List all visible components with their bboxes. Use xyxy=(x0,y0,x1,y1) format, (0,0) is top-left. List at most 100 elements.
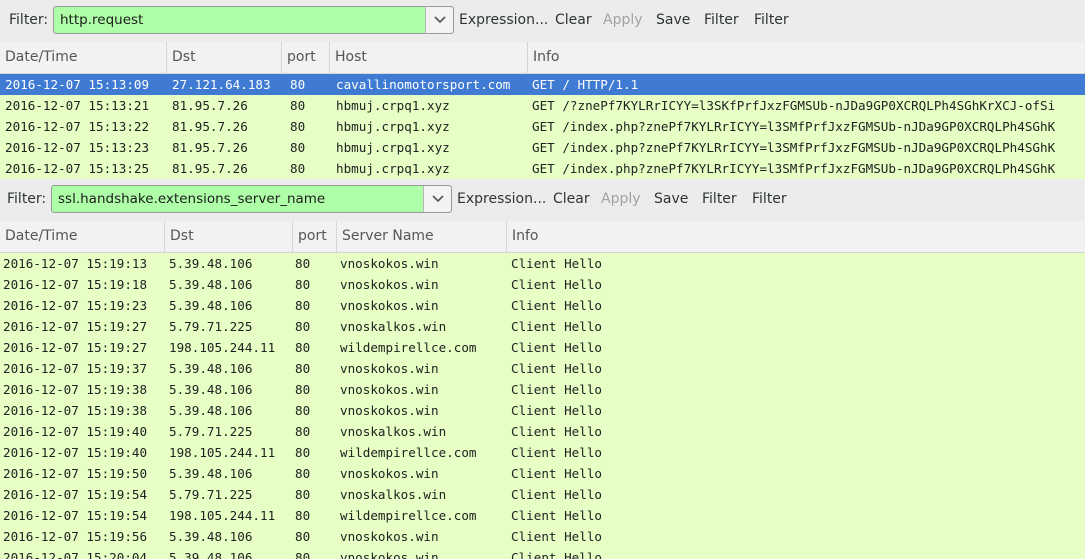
table-row[interactable]: 2016-12-07 15:13:22 81.95.7.26 80 hbmuj.… xyxy=(0,116,1085,137)
column-header-dst[interactable]: Dst xyxy=(165,221,293,252)
cell-datetime: 2016-12-07 15:13:22 xyxy=(5,119,150,134)
cell-port: 80 xyxy=(290,98,306,113)
column-header-port[interactable]: port xyxy=(282,42,330,73)
table-row[interactable]: 2016-12-07 15:19:18 5.39.48.106 80 vnosk… xyxy=(0,274,1085,295)
table-row[interactable]: 2016-12-07 15:19:54 5.79.71.225 80 vnosk… xyxy=(0,484,1085,505)
table-row[interactable]: 2016-12-07 15:19:40 5.79.71.225 80 vnosk… xyxy=(0,421,1085,442)
table-row[interactable]: 2016-12-07 15:19:13 5.39.48.106 80 vnosk… xyxy=(0,253,1085,274)
cell-info: Client Hello xyxy=(511,466,602,481)
filter-button-1[interactable]: Filter xyxy=(702,191,737,207)
filter-input[interactable]: http.request xyxy=(53,6,454,34)
cell-dst: 5.39.48.106 xyxy=(169,403,253,418)
column-header-datetime[interactable]: Date/Time xyxy=(0,221,165,252)
cell-datetime: 2016-12-07 15:19:18 xyxy=(3,277,148,292)
cell-datetime: 2016-12-07 15:19:54 xyxy=(3,487,148,502)
top-packet-list: 2016-12-07 15:13:09 27.121.64.183 80 cav… xyxy=(0,74,1085,179)
cell-port: 80 xyxy=(295,298,311,313)
cell-datetime: 2016-12-07 15:19:38 xyxy=(3,382,148,397)
filter-button-2[interactable]: Filter xyxy=(754,12,789,28)
column-header-server-name[interactable]: Server Name xyxy=(337,221,507,252)
cell-info: Client Hello xyxy=(511,361,602,376)
cell-host: hbmuj.crpq1.xyz xyxy=(336,161,450,176)
cell-dst: 5.39.48.106 xyxy=(169,382,253,397)
column-header-port[interactable]: port xyxy=(293,221,337,252)
cell-port: 80 xyxy=(295,529,311,544)
cell-server-name: vnoskokos.win xyxy=(340,403,439,418)
column-header-host[interactable]: Host xyxy=(330,42,528,73)
table-row[interactable]: 2016-12-07 15:19:40 198.105.244.11 80 wi… xyxy=(0,442,1085,463)
cell-info: Client Hello xyxy=(511,550,602,559)
save-button[interactable]: Save xyxy=(654,191,688,207)
table-row[interactable]: 2016-12-07 15:19:37 5.39.48.106 80 vnosk… xyxy=(0,358,1085,379)
cell-server-name: wildempirellce.com xyxy=(340,445,477,460)
filter-button-2[interactable]: Filter xyxy=(752,191,787,207)
bottom-packet-list-header: Date/Time Dst port Server Name Info xyxy=(0,221,1085,253)
apply-button[interactable]: Apply xyxy=(601,191,641,207)
top-filter-toolbar: Filter: http.request Expression... Clear… xyxy=(0,0,1085,42)
cell-port: 80 xyxy=(295,340,311,355)
expression-button[interactable]: Expression... xyxy=(459,12,548,28)
cell-port: 80 xyxy=(295,445,311,460)
bottom-filter-toolbar: Filter: ssl.handshake.extensions_server_… xyxy=(0,179,1085,221)
cell-port: 80 xyxy=(295,277,311,292)
cell-datetime: 2016-12-07 15:19:27 xyxy=(3,340,148,355)
table-row[interactable]: 2016-12-07 15:19:56 5.39.48.106 80 vnosk… xyxy=(0,526,1085,547)
cell-dst: 81.95.7.26 xyxy=(172,140,248,155)
cell-info: Client Hello xyxy=(511,382,602,397)
cell-port: 80 xyxy=(295,361,311,376)
cell-server-name: wildempirellce.com xyxy=(340,508,477,523)
filter-button-1[interactable]: Filter xyxy=(704,12,739,28)
table-row[interactable]: 2016-12-07 15:13:25 81.95.7.26 80 hbmuj.… xyxy=(0,158,1085,179)
cell-datetime: 2016-12-07 15:19:40 xyxy=(3,445,148,460)
cell-dst: 5.39.48.106 xyxy=(169,277,253,292)
filter-input-value: ssl.handshake.extensions_server_name xyxy=(58,191,326,207)
apply-button[interactable]: Apply xyxy=(603,12,643,28)
expression-button[interactable]: Expression... xyxy=(457,191,546,207)
cell-datetime: 2016-12-07 15:19:54 xyxy=(3,508,148,523)
cell-dst: 198.105.244.11 xyxy=(169,340,276,355)
cell-port: 80 xyxy=(295,424,311,439)
filter-history-dropdown[interactable] xyxy=(425,7,453,33)
cell-info: GET / HTTP/1.1 xyxy=(532,77,639,92)
table-row[interactable]: 2016-12-07 15:13:21 81.95.7.26 80 hbmuj.… xyxy=(0,95,1085,116)
cell-info: Client Hello xyxy=(511,256,602,271)
table-row[interactable]: 2016-12-07 15:19:38 5.39.48.106 80 vnosk… xyxy=(0,379,1085,400)
column-header-datetime[interactable]: Date/Time xyxy=(0,42,167,73)
clear-button[interactable]: Clear xyxy=(553,191,590,207)
cell-datetime: 2016-12-07 15:19:56 xyxy=(3,529,148,544)
table-row[interactable]: 2016-12-07 15:13:09 27.121.64.183 80 cav… xyxy=(0,74,1085,95)
table-row[interactable]: 2016-12-07 15:20:04 5.39.48.106 80 vnosk… xyxy=(0,547,1085,559)
cell-server-name: vnoskokos.win xyxy=(340,382,439,397)
cell-dst: 5.39.48.106 xyxy=(169,298,253,313)
table-row[interactable]: 2016-12-07 15:19:27 198.105.244.11 80 wi… xyxy=(0,337,1085,358)
filter-history-dropdown[interactable] xyxy=(423,186,451,212)
table-row[interactable]: 2016-12-07 15:19:38 5.39.48.106 80 vnosk… xyxy=(0,400,1085,421)
chevron-down-icon xyxy=(433,16,446,24)
cell-datetime: 2016-12-07 15:13:21 xyxy=(5,98,150,113)
cell-port: 80 xyxy=(290,161,306,176)
column-header-info[interactable]: Info xyxy=(507,221,1085,252)
filter-input[interactable]: ssl.handshake.extensions_server_name xyxy=(51,185,452,213)
clear-button[interactable]: Clear xyxy=(555,12,592,28)
column-header-dst[interactable]: Dst xyxy=(167,42,282,73)
table-row[interactable]: 2016-12-07 15:19:54 198.105.244.11 80 wi… xyxy=(0,505,1085,526)
cell-datetime: 2016-12-07 15:13:25 xyxy=(5,161,150,176)
cell-port: 80 xyxy=(290,140,306,155)
table-row[interactable]: 2016-12-07 15:19:50 5.39.48.106 80 vnosk… xyxy=(0,463,1085,484)
cell-info: Client Hello xyxy=(511,529,602,544)
cell-info: Client Hello xyxy=(511,487,602,502)
chevron-down-icon xyxy=(431,195,444,203)
cell-dst: 5.39.48.106 xyxy=(169,361,253,376)
table-row[interactable]: 2016-12-07 15:19:23 5.39.48.106 80 vnosk… xyxy=(0,295,1085,316)
save-button[interactable]: Save xyxy=(656,12,690,28)
table-row[interactable]: 2016-12-07 15:13:23 81.95.7.26 80 hbmuj.… xyxy=(0,137,1085,158)
cell-server-name: vnoskalkos.win xyxy=(340,424,447,439)
bottom-packet-list: 2016-12-07 15:19:13 5.39.48.106 80 vnosk… xyxy=(0,253,1085,559)
column-header-info[interactable]: Info xyxy=(528,42,1085,73)
table-row[interactable]: 2016-12-07 15:19:27 5.79.71.225 80 vnosk… xyxy=(0,316,1085,337)
cell-datetime: 2016-12-07 15:19:13 xyxy=(3,256,148,271)
cell-datetime: 2016-12-07 15:20:04 xyxy=(3,550,148,559)
cell-info: Client Hello xyxy=(511,319,602,334)
cell-dst: 81.95.7.26 xyxy=(172,98,248,113)
cell-info: Client Hello xyxy=(511,445,602,460)
